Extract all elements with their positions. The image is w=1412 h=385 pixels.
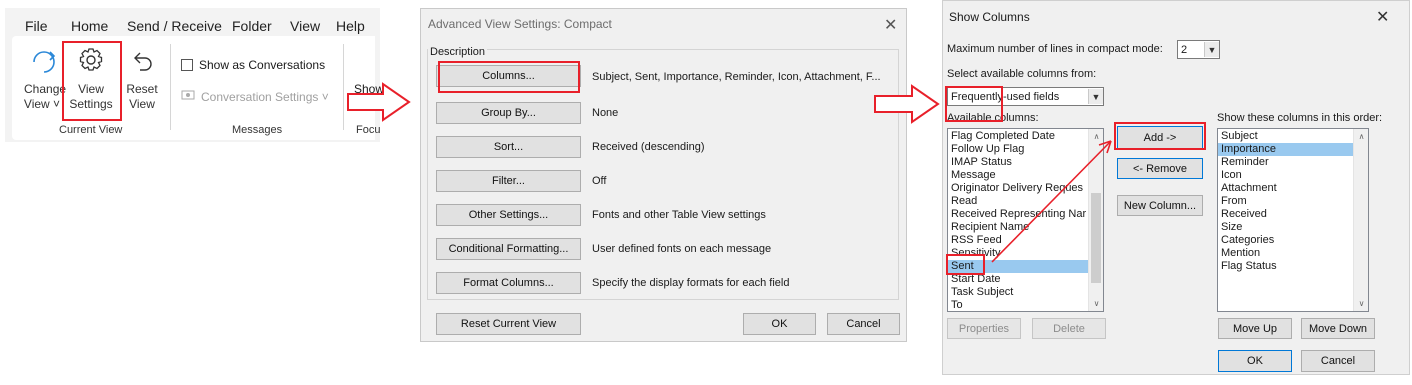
shown-column-list-item[interactable]: From (1218, 195, 1358, 208)
current-view-group-label: Current View (59, 124, 123, 136)
description-group-label: Description (428, 46, 488, 58)
advanced-view-settings-dialog: Advanced View Settings: Compact ✕ Descri… (420, 8, 907, 342)
group-divider (170, 44, 171, 130)
shown-column-list-item[interactable]: Mention (1218, 247, 1358, 260)
tab-folder[interactable]: Folder (232, 18, 272, 34)
shown-column-list-item[interactable]: Received (1218, 208, 1358, 221)
ribbon-body: Change View ˅ View Settings Reset View C… (12, 36, 384, 140)
chevron-down-icon: ▼ (1204, 42, 1219, 57)
conditional-formatting-description: User defined fonts on each message (592, 243, 772, 255)
add-column-button[interactable]: Add -> (1117, 126, 1203, 149)
change-view-label-2: View ˅ (23, 97, 61, 111)
available-column-list-item[interactable]: Start Date (948, 273, 1088, 286)
reset-icon (134, 52, 152, 71)
right-arrow-icon (347, 82, 411, 122)
columns-button[interactable]: Columns... (436, 65, 581, 87)
move-up-button[interactable]: Move Up (1218, 318, 1292, 339)
sort-button[interactable]: Sort... (436, 136, 581, 158)
format-columns-button[interactable]: Format Columns... (436, 272, 581, 294)
shown-column-list-item[interactable]: Reminder (1218, 156, 1358, 169)
close-icon[interactable]: ✕ (1376, 7, 1389, 27)
show-as-conversations-label[interactable]: Show as Conversations (199, 58, 325, 72)
annotation-arrow-icon (991, 140, 1112, 263)
close-icon[interactable]: ✕ (884, 15, 897, 35)
sort-description: Received (descending) (592, 141, 705, 153)
available-column-list-item[interactable]: Task Subject (948, 286, 1088, 299)
right-arrow-icon-2 (874, 84, 940, 124)
reset-view-label-1: Reset (126, 82, 158, 96)
max-lines-value: 2 (1181, 43, 1188, 56)
max-lines-select[interactable]: 2 ▼ (1177, 40, 1220, 59)
filter-button[interactable]: Filter... (436, 170, 581, 192)
reset-view-label-2: View (129, 97, 155, 111)
reset-view-button[interactable]: Reset View (122, 40, 162, 116)
shown-scrollbar[interactable]: ∧ ∨ (1353, 129, 1368, 311)
columns-source-select[interactable]: Frequently-used fields ▼ (947, 87, 1104, 106)
shown-column-list-item[interactable]: Icon (1218, 169, 1358, 182)
shown-column-list-item[interactable]: Size (1218, 221, 1358, 234)
group-by-button[interactable]: Group By... (436, 102, 581, 124)
shown-column-list-item[interactable]: Flag Status (1218, 260, 1358, 273)
cancel-button[interactable]: Cancel (1301, 350, 1375, 372)
shown-columns-items: Subject Importance Reminder Icon Attachment F… (1218, 129, 1358, 273)
ok-button[interactable]: OK (1218, 350, 1292, 372)
tab-view[interactable]: View (290, 18, 320, 34)
view-settings-label-2: Settings (69, 97, 113, 111)
move-down-button[interactable]: Move Down (1301, 318, 1375, 339)
other-settings-description: Fonts and other Table View settings (592, 209, 766, 221)
dialog-title: Advanced View Settings: Compact (428, 17, 612, 31)
cancel-button[interactable]: Cancel (827, 313, 900, 335)
scroll-up-icon[interactable]: ∧ (1354, 129, 1368, 144)
remove-column-button[interactable]: <- Remove (1117, 158, 1203, 179)
max-lines-label: Maximum number of lines in compact mode: (947, 43, 1163, 55)
select-columns-from-label: Select available columns from: (947, 68, 1097, 80)
available-column-list-item[interactable]: To (948, 299, 1088, 311)
shown-columns-list[interactable]: Subject Importance Reminder Icon Attachment F… (1217, 128, 1369, 312)
conversation-settings-icon (181, 90, 195, 100)
delete-button[interactable]: Delete (1032, 318, 1106, 339)
messages-group-label: Messages (232, 124, 283, 136)
conversation-settings-button[interactable]: Conversation Settings ˅ (201, 90, 329, 104)
change-view-button[interactable]: Change View ˅ (12, 40, 66, 116)
group-by-description: None (592, 107, 619, 119)
properties-button[interactable]: Properties (947, 318, 1021, 339)
ok-button[interactable]: OK (743, 313, 816, 335)
scroll-down-icon[interactable]: ∨ (1089, 296, 1103, 311)
columns-description: Subject, Sent, Importance, Reminder, Ico… (592, 71, 881, 83)
view-settings-label-1: View (78, 82, 104, 96)
scroll-down-icon[interactable]: ∨ (1354, 296, 1368, 311)
view-settings-button[interactable]: View Settings (64, 40, 118, 116)
conditional-formatting-button[interactable]: Conditional Formatting... (436, 238, 581, 260)
shown-column-list-item[interactable]: Importance (1218, 143, 1358, 156)
tab-home[interactable]: Home (71, 18, 108, 34)
available-columns-label: Available columns: (947, 112, 1039, 124)
shown-column-list-item[interactable]: Subject (1218, 130, 1358, 143)
tab-send-receive[interactable]: Send / Receive (127, 18, 222, 34)
shown-column-list-item[interactable]: Categories (1218, 234, 1358, 247)
reset-current-view-button[interactable]: Reset Current View (436, 313, 581, 335)
tab-help[interactable]: Help (336, 18, 365, 34)
other-settings-button[interactable]: Other Settings... (436, 204, 581, 226)
shown-column-list-item[interactable]: Attachment (1218, 182, 1358, 195)
format-columns-description: Specify the display formats for each fie… (592, 277, 790, 289)
change-view-label-1: Change (24, 82, 67, 96)
filter-description: Off (592, 175, 607, 187)
tab-file[interactable]: File (25, 18, 48, 34)
group-divider-2 (343, 44, 344, 130)
chevron-down-icon: ▼ (1088, 89, 1103, 104)
dialog-title: Show Columns (949, 10, 1030, 24)
gear-icon (79, 48, 103, 71)
change-view-icon (33, 51, 56, 73)
show-as-conversations-checkbox[interactable] (181, 59, 193, 71)
show-columns-order-label: Show these columns in this order: (1217, 112, 1383, 124)
columns-source-value: Frequently-used fields (951, 90, 1060, 103)
focused-group-label: Focu (356, 124, 381, 136)
new-column-button[interactable]: New Column... (1117, 195, 1203, 216)
